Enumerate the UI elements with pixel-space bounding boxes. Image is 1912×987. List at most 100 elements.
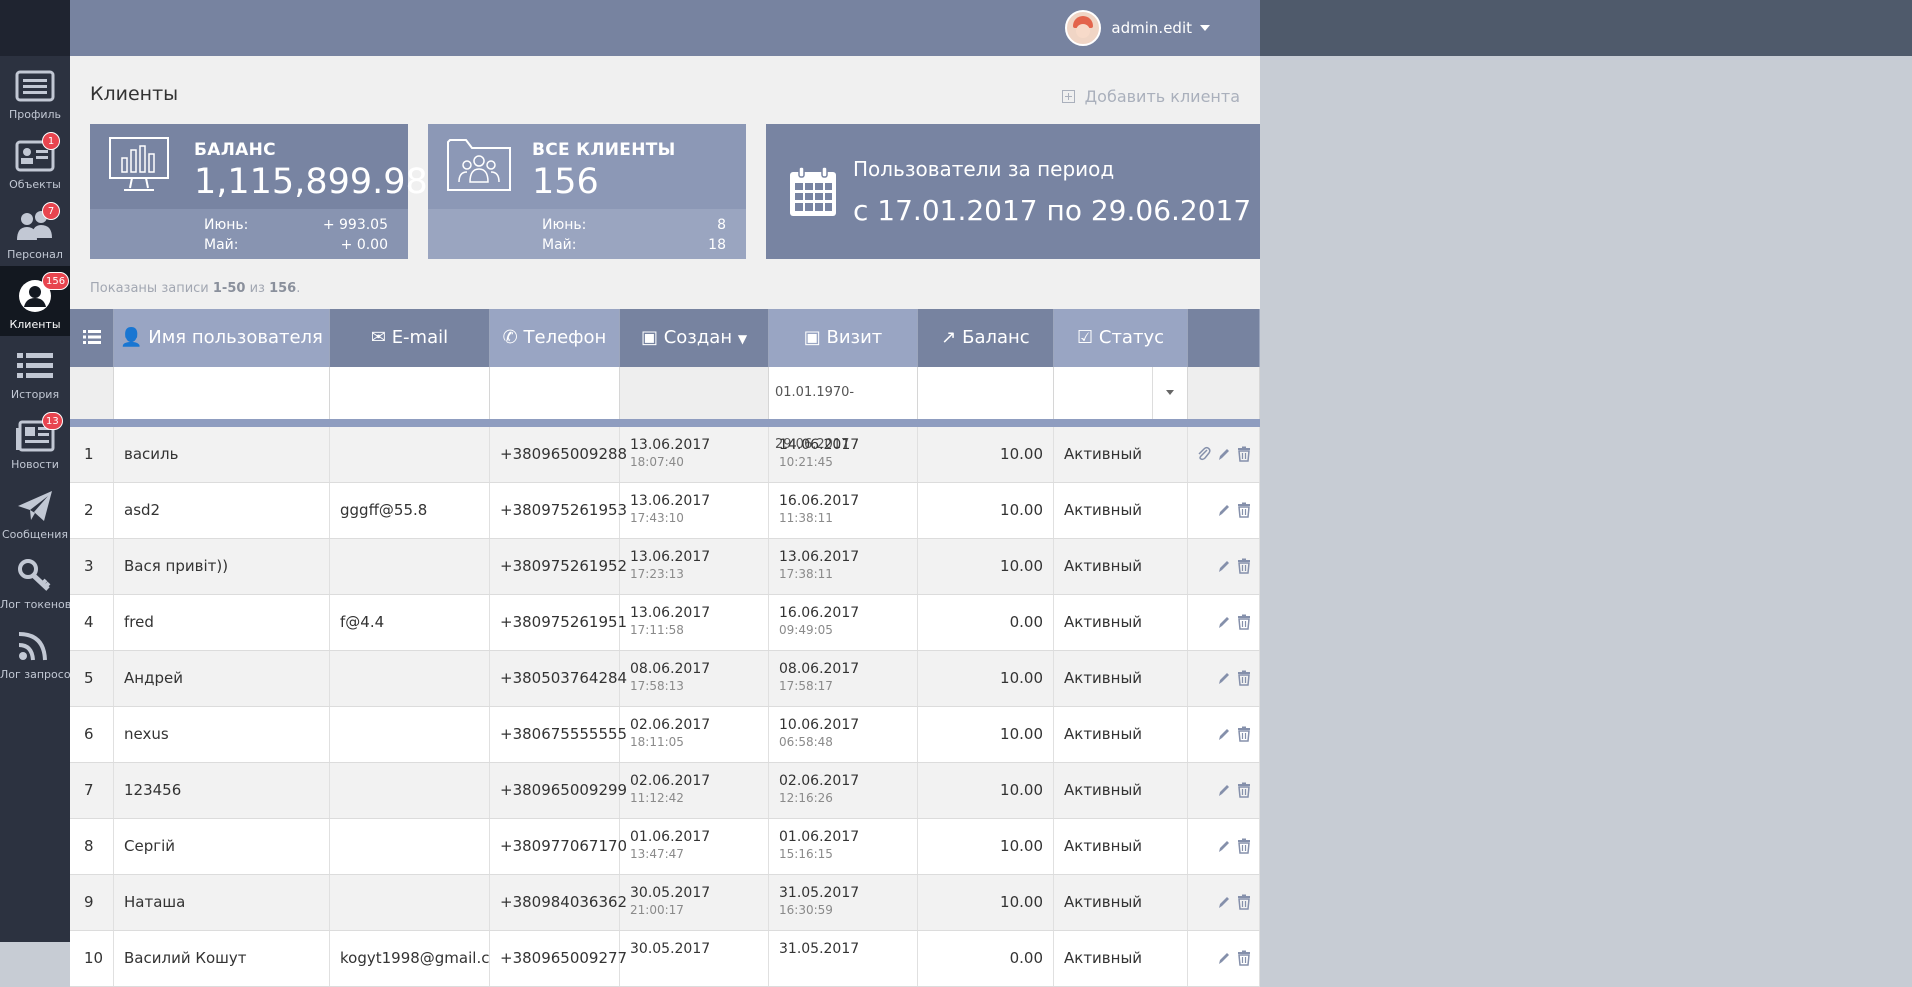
status-cell: Активный: [1054, 651, 1188, 706]
pencil-icon[interactable]: [1217, 782, 1231, 798]
column-toggle-button[interactable]: [70, 309, 114, 367]
month-label: Май:: [204, 237, 239, 253]
sidebar-item-staff[interactable]: 7 Персонал: [0, 196, 70, 266]
header-visit[interactable]: ▣ Визит: [769, 309, 918, 367]
trash-icon[interactable]: [1237, 446, 1251, 462]
visit-date: 31.05.2017: [779, 941, 860, 957]
pencil-icon[interactable]: [1217, 614, 1231, 630]
month-value: + 993.05: [322, 217, 388, 233]
sidebar-item-profile[interactable]: Профиль: [0, 56, 70, 126]
status-cell: Активный: [1054, 707, 1188, 762]
table-row[interactable]: 3 Вася привіт)) +380975261952 13.06.2017…: [70, 539, 1260, 595]
paperclip-icon[interactable]: [1197, 446, 1211, 462]
staff-badge: 7: [42, 202, 60, 220]
period-caption: Пользователи за период: [853, 157, 1115, 181]
sidebar-item-objects[interactable]: 1 Объекты: [0, 126, 70, 196]
header-created[interactable]: ▣ Создан ▼: [620, 309, 769, 367]
sidebar-item-news[interactable]: 13 Новости: [0, 406, 70, 476]
header-status-label: Статус: [1098, 327, 1164, 348]
pencil-icon[interactable]: [1217, 894, 1231, 910]
sidebar-item-history[interactable]: История: [0, 336, 70, 406]
actions-cell: [1188, 931, 1260, 986]
plus-square-icon: [1061, 90, 1075, 103]
created-cell: 02.06.2017 11:12:42: [620, 763, 769, 818]
filter-blank: [70, 367, 114, 419]
created-time: 11:12:42: [630, 791, 684, 805]
sidebar-item-clients[interactable]: 156 Клиенты: [0, 266, 70, 336]
pencil-icon[interactable]: [1217, 950, 1231, 966]
email-filter-input[interactable]: [330, 367, 490, 419]
pencil-icon[interactable]: [1217, 726, 1231, 742]
created-time: 17:43:10: [630, 511, 684, 525]
header-email[interactable]: ✉ E-mail: [330, 309, 490, 367]
trash-icon[interactable]: [1237, 894, 1251, 910]
balance-filter-input[interactable]: [918, 367, 1054, 419]
sidebar-item-token-log[interactable]: Лог токенов: [0, 546, 71, 616]
pencil-icon[interactable]: [1217, 446, 1231, 462]
table-row[interactable]: 9 Наташа +380984036362 30.05.2017 21:00:1…: [70, 875, 1260, 931]
created-cell: 30.05.2017: [620, 931, 769, 986]
table-row[interactable]: 8 Сергій +380977067170 01.06.2017 13:47:4…: [70, 819, 1260, 875]
created-time: 17:58:13: [630, 679, 684, 693]
trash-icon[interactable]: [1237, 670, 1251, 686]
header-balance[interactable]: ↗ Баланс: [918, 309, 1054, 367]
month-label: Июнь:: [542, 217, 587, 233]
background-topbar: [1260, 0, 1912, 56]
clients-caption: ВСЕ КЛИЕНТЫ: [532, 140, 676, 160]
trash-icon[interactable]: [1237, 782, 1251, 798]
table-row[interactable]: 6 nexus +380675555555 02.06.2017 18:11:05…: [70, 707, 1260, 763]
header-name[interactable]: 👤 Имя пользователя: [114, 309, 330, 367]
table-row[interactable]: 5 Андрей +380503764284 08.06.2017 17:58:1…: [70, 651, 1260, 707]
trash-icon[interactable]: [1237, 838, 1251, 854]
trash-icon[interactable]: [1237, 502, 1251, 518]
table-row[interactable]: 7 123456 +380965009299 02.06.2017 11:12:4…: [70, 763, 1260, 819]
trash-icon[interactable]: [1237, 558, 1251, 574]
balance-caption: БАЛАНС: [194, 140, 276, 160]
created-time: 18:11:05: [630, 735, 684, 749]
pencil-icon[interactable]: [1217, 558, 1231, 574]
visit-time: 16:30:59: [779, 903, 833, 917]
avatar: [1065, 10, 1102, 46]
period-range[interactable]: с 17.01.2017 по 29.06.2017: [853, 194, 1251, 227]
row-number: 3: [70, 539, 114, 594]
actions-cell: [1188, 763, 1260, 818]
table-row[interactable]: 2 asd2 gggff@55.8 +380975261953 13.06.20…: [70, 483, 1260, 539]
sidebar-item-request-log[interactable]: Лог запросов: [0, 616, 78, 686]
phone-filter-input[interactable]: [490, 367, 620, 419]
pencil-icon[interactable]: [1217, 502, 1231, 518]
name-filter-input[interactable]: [114, 367, 330, 419]
sidebar-item-label: Лог запросов: [0, 668, 78, 681]
table-row[interactable]: 4 fred f@4.4 +380975261951 13.06.2017 17:…: [70, 595, 1260, 651]
month-value: + 0.00: [340, 237, 388, 253]
phone-icon: ✆: [502, 327, 518, 348]
trash-icon[interactable]: [1237, 950, 1251, 966]
visit-filter-input[interactable]: 01.01.1970-29.06.2017: [769, 367, 918, 452]
trash-icon[interactable]: [1237, 726, 1251, 742]
balance-cell: 10.00: [918, 819, 1054, 874]
created-cell: 13.06.2017 17:43:10: [620, 483, 769, 538]
created-cell: 13.06.2017 18:07:40: [620, 427, 769, 482]
header-phone[interactable]: ✆ Телефон: [490, 309, 620, 367]
balance-cell: 10.00: [918, 763, 1054, 818]
phone-cell: +380975261951: [490, 595, 627, 650]
row-number: 2: [70, 483, 114, 538]
status-filter-select[interactable]: [1054, 367, 1188, 419]
user-menu[interactable]: admin.edit: [1065, 10, 1210, 46]
visit-date: 02.06.2017: [779, 773, 860, 789]
pencil-icon[interactable]: [1217, 670, 1231, 686]
table-row[interactable]: 1 василь +380965009288 13.06.2017 18:07:4…: [70, 427, 1260, 483]
header-status[interactable]: ☑ Статус: [1054, 309, 1188, 367]
main-panel: admin.edit Клиенты Добавить клиента БАЛА…: [70, 0, 1260, 987]
row-number: 9: [70, 875, 114, 930]
status-cell: Активный: [1054, 931, 1188, 986]
actions-cell: [1188, 539, 1260, 594]
trash-icon[interactable]: [1237, 614, 1251, 630]
add-client-button[interactable]: Добавить клиента: [1061, 87, 1240, 106]
sidebar-item-messages[interactable]: Сообщения: [0, 476, 70, 546]
table-row[interactable]: 10 Василий Кошут kogyt1998@gmail.c +3809…: [70, 931, 1260, 987]
created-date: 02.06.2017: [630, 773, 711, 789]
balance-cell: 10.00: [918, 875, 1054, 930]
month-label: Май:: [542, 237, 577, 253]
records-prefix: Показаны записи: [90, 281, 213, 296]
pencil-icon[interactable]: [1217, 838, 1231, 854]
